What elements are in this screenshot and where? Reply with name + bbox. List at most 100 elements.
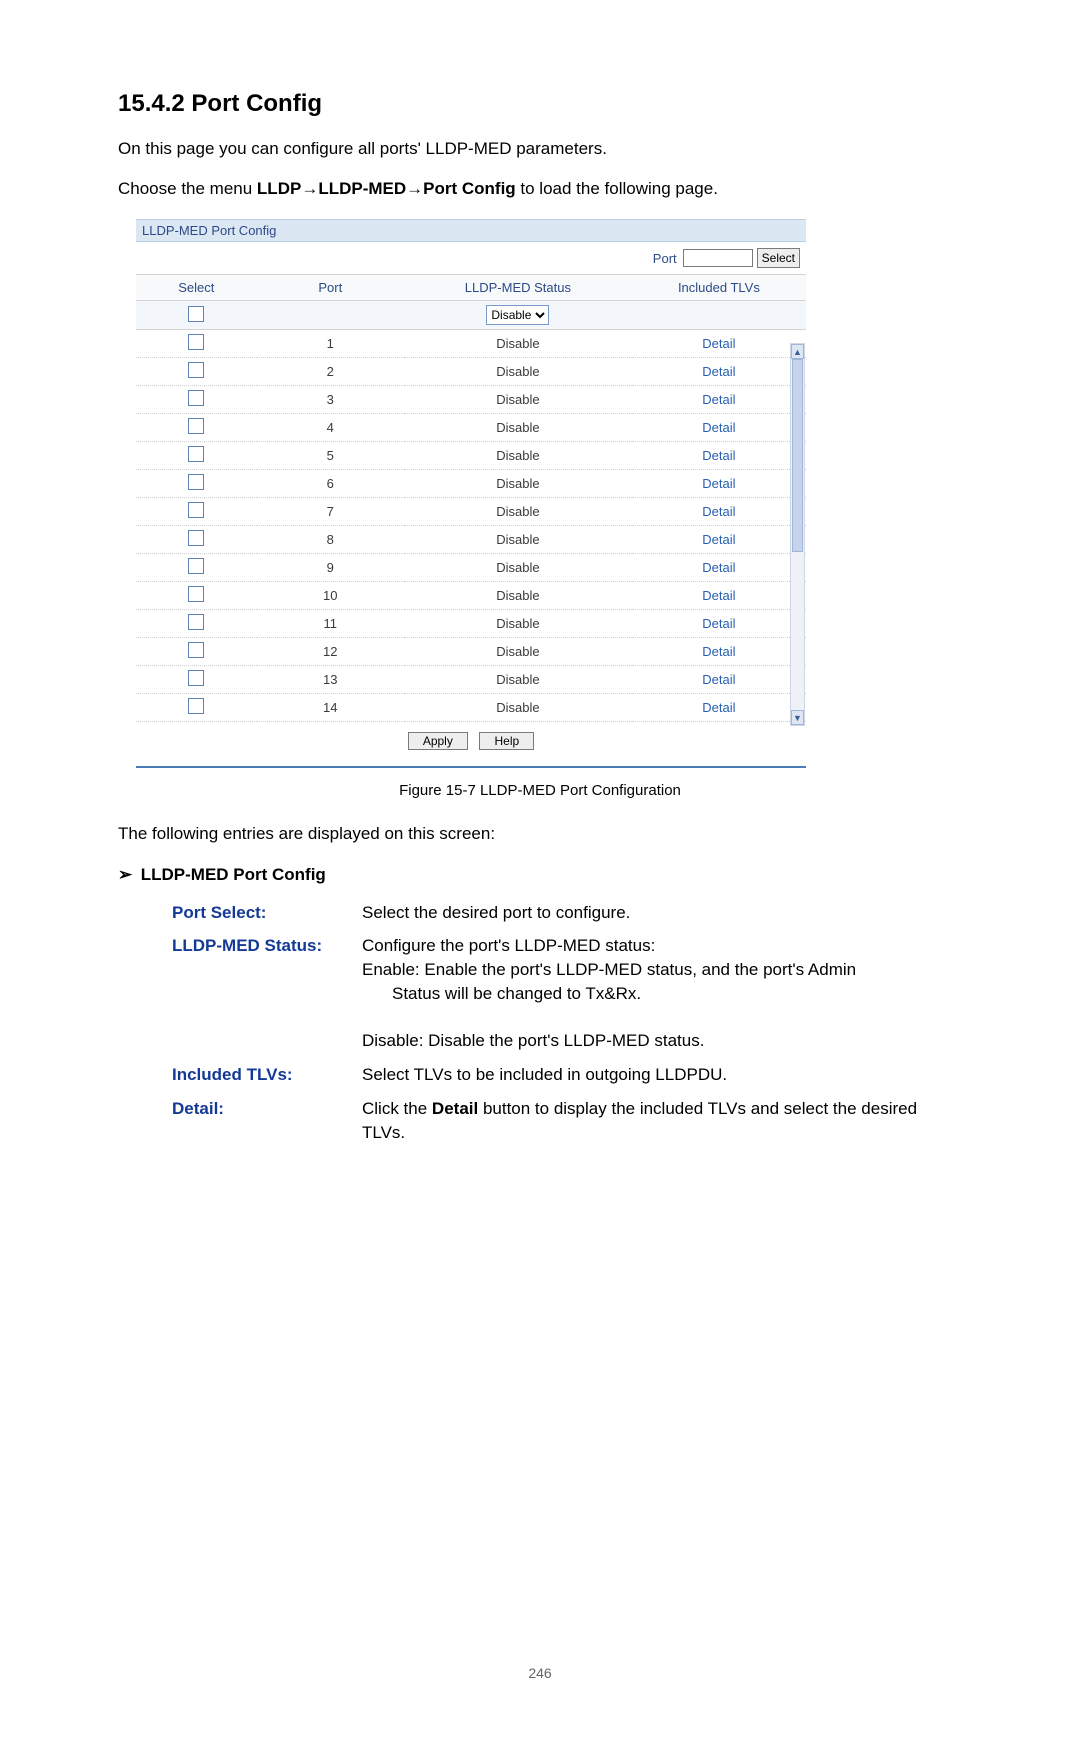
detail-link[interactable]: Detail bbox=[702, 672, 735, 687]
row-checkbox[interactable] bbox=[188, 418, 204, 434]
scroll-thumb[interactable] bbox=[792, 359, 803, 552]
row-status: Disable bbox=[404, 498, 632, 526]
breadcrumb-arrow: → bbox=[406, 179, 423, 198]
detail-link[interactable]: Detail bbox=[702, 476, 735, 491]
apply-button[interactable]: Apply bbox=[408, 732, 468, 750]
detail-link[interactable]: Detail bbox=[702, 364, 735, 379]
row-status: Disable bbox=[404, 386, 632, 414]
table-row: 11DisableDetail bbox=[136, 610, 806, 638]
detail-link[interactable]: Detail bbox=[702, 420, 735, 435]
def-desc-status: Configure the port's LLDP-MED status: En… bbox=[362, 934, 962, 1053]
detail-link[interactable]: Detail bbox=[702, 336, 735, 351]
detail-link[interactable]: Detail bbox=[702, 644, 735, 659]
row-checkbox[interactable] bbox=[188, 502, 204, 518]
def-desc-detail: Click the Detail button to display the i… bbox=[362, 1097, 962, 1145]
row-checkbox[interactable] bbox=[188, 446, 204, 462]
config-panel: LLDP-MED Port Config Port Select Select … bbox=[136, 219, 806, 768]
row-port: 4 bbox=[257, 414, 404, 442]
row-status: Disable bbox=[404, 582, 632, 610]
definition-row: LLDP-MED Status: Configure the port's LL… bbox=[118, 934, 962, 1053]
port-input[interactable] bbox=[683, 249, 753, 267]
row-status: Disable bbox=[404, 358, 632, 386]
col-tlvs: Included TLVs bbox=[632, 275, 806, 301]
row-checkbox[interactable] bbox=[188, 362, 204, 378]
def-label-status: LLDP-MED Status: bbox=[172, 934, 362, 1053]
scroll-track[interactable] bbox=[791, 359, 804, 710]
definition-row: Detail: Click the Detail button to displ… bbox=[118, 1097, 962, 1145]
row-checkbox[interactable] bbox=[188, 558, 204, 574]
detail-link[interactable]: Detail bbox=[702, 448, 735, 463]
detail-bold: Detail bbox=[432, 1099, 478, 1118]
row-port: 11 bbox=[257, 610, 404, 638]
table-row: 5DisableDetail bbox=[136, 442, 806, 470]
row-status: Disable bbox=[404, 694, 632, 722]
detail-link[interactable]: Detail bbox=[702, 588, 735, 603]
row-checkbox[interactable] bbox=[188, 642, 204, 658]
row-port: 6 bbox=[257, 470, 404, 498]
table-row: 9DisableDetail bbox=[136, 554, 806, 582]
breadcrumb-arrow: → bbox=[301, 179, 318, 198]
row-port: 5 bbox=[257, 442, 404, 470]
def-desc-port-select: Select the desired port to configure. bbox=[362, 901, 962, 925]
breadcrumb-seg-3: Port Config bbox=[423, 179, 516, 198]
row-status: Disable bbox=[404, 414, 632, 442]
row-checkbox[interactable] bbox=[188, 474, 204, 490]
def-label-port-select: Port Select: bbox=[172, 901, 362, 925]
page-number: 246 bbox=[118, 1665, 962, 1681]
detail-link[interactable]: Detail bbox=[702, 504, 735, 519]
table-row: 2Disable Detail bbox=[136, 358, 806, 386]
row-status: Disable bbox=[404, 666, 632, 694]
select-all-checkbox[interactable] bbox=[188, 306, 204, 322]
breadcrumb-pre: Choose the menu bbox=[118, 179, 257, 198]
button-row: Apply Help bbox=[136, 722, 806, 756]
status-dropdown[interactable]: Disable bbox=[486, 305, 549, 325]
row-port: 2 bbox=[257, 358, 404, 386]
port-select-bar: Port Select bbox=[136, 242, 806, 275]
detail-pre: Click the bbox=[362, 1099, 432, 1118]
vertical-scrollbar[interactable]: ▲ ▼ bbox=[790, 343, 805, 726]
row-port: 9 bbox=[257, 554, 404, 582]
header-row: Select Port LLDP-MED Status Included TLV… bbox=[136, 275, 806, 301]
def-label-tlvs: Included TLVs: bbox=[172, 1063, 362, 1087]
config-subhead-text: LLDP-MED Port Config bbox=[141, 865, 326, 884]
row-status: Disable bbox=[404, 330, 632, 358]
detail-link[interactable]: Detail bbox=[702, 700, 735, 715]
status-line2: Enable: Enable the port's LLDP-MED statu… bbox=[362, 960, 962, 1006]
detail-link[interactable]: Detail bbox=[702, 560, 735, 575]
table-row: 7DisableDetail bbox=[136, 498, 806, 526]
intro-text: On this page you can configure all ports… bbox=[118, 136, 962, 162]
row-status: Disable bbox=[404, 470, 632, 498]
definition-row: Included TLVs: Select TLVs to be include… bbox=[118, 1063, 962, 1087]
detail-link[interactable]: Detail bbox=[702, 392, 735, 407]
table-row: 3DisableDetail bbox=[136, 386, 806, 414]
help-button[interactable]: Help bbox=[479, 732, 534, 750]
row-checkbox[interactable] bbox=[188, 334, 204, 350]
select-button[interactable]: Select bbox=[757, 248, 800, 268]
port-label: Port bbox=[653, 251, 679, 266]
section-heading: 15.4.2 Port Config bbox=[118, 90, 962, 118]
table-row: 4Disable Detail bbox=[136, 414, 806, 442]
panel-title: LLDP-MED Port Config bbox=[136, 219, 806, 242]
scroll-up-icon[interactable]: ▲ bbox=[791, 344, 804, 359]
breadcrumb-seg-2: LLDP-MED bbox=[318, 179, 406, 198]
def-label-detail: Detail: bbox=[172, 1097, 362, 1145]
row-checkbox[interactable] bbox=[188, 586, 204, 602]
row-port: 13 bbox=[257, 666, 404, 694]
row-checkbox[interactable] bbox=[188, 670, 204, 686]
table-row: 12DisableDetail bbox=[136, 638, 806, 666]
table-row: 14Disable Detail bbox=[136, 694, 806, 722]
row-port: 8 bbox=[257, 526, 404, 554]
scroll-down-icon[interactable]: ▼ bbox=[791, 710, 804, 725]
row-checkbox[interactable] bbox=[188, 698, 204, 714]
col-port: Port bbox=[257, 275, 404, 301]
detail-link[interactable]: Detail bbox=[702, 616, 735, 631]
row-port: 1 bbox=[257, 330, 404, 358]
row-checkbox[interactable] bbox=[188, 614, 204, 630]
detail-link[interactable]: Detail bbox=[702, 532, 735, 547]
definition-row: Port Select: Select the desired port to … bbox=[118, 901, 962, 925]
row-checkbox[interactable] bbox=[188, 530, 204, 546]
def-desc-tlvs: Select TLVs to be included in outgoing L… bbox=[362, 1063, 962, 1087]
row-checkbox[interactable] bbox=[188, 390, 204, 406]
row-port: 14 bbox=[257, 694, 404, 722]
table-row: 10DisableDetail bbox=[136, 582, 806, 610]
